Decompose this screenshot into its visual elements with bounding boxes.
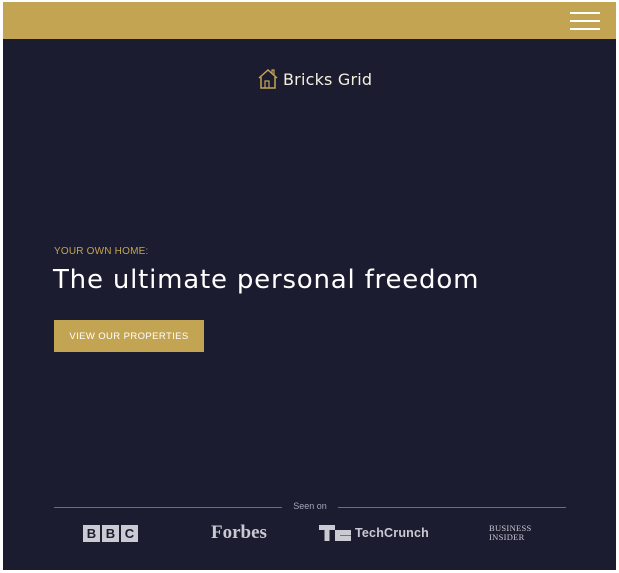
site-logo[interactable]: Bricks Grid (257, 66, 372, 92)
bbc-logo: B B C (83, 525, 138, 542)
hamburger-line (570, 12, 600, 14)
techcrunch-logo: TechCrunch (319, 525, 429, 541)
techcrunch-mark-icon (319, 525, 351, 541)
hero-eyebrow: YOUR OWN HOME: (54, 246, 149, 257)
bbc-letter: C (121, 525, 138, 542)
seen-on-label: Seen on (293, 501, 327, 511)
forbes-logo: Forbes (211, 522, 267, 543)
business-insider-line: INSIDER (489, 532, 525, 542)
bbc-letter: B (83, 525, 100, 542)
divider-right (338, 507, 566, 508)
house-outline-icon (258, 68, 278, 89)
hamburger-menu-button[interactable] (570, 11, 600, 31)
bbc-letter: B (102, 525, 119, 542)
hamburger-line (570, 28, 600, 30)
business-insider-logo: BUSINESS INSIDER (489, 524, 532, 542)
logo-text: Bricks Grid (283, 69, 373, 89)
divider-left (54, 507, 282, 508)
hamburger-line (570, 20, 600, 22)
page-frame: Bricks Grid YOUR OWN HOME: The ultimate … (3, 2, 616, 570)
techcrunch-text: TechCrunch (355, 526, 429, 540)
top-bar (3, 2, 616, 39)
view-properties-button[interactable]: VIEW OUR PROPERTIES (54, 320, 204, 352)
hero-headline: The ultimate personal freedom (53, 265, 480, 295)
